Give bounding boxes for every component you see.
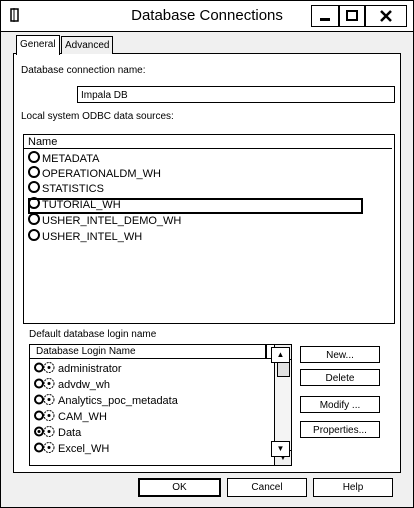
radio-icon <box>28 197 40 209</box>
tab-advanced[interactable]: Advanced <box>61 36 114 54</box>
login-item[interactable]: CAM_WH <box>34 409 107 424</box>
properties-button[interactable]: Properties... <box>300 421 380 438</box>
user-icon <box>34 394 55 405</box>
radio-icon <box>28 181 40 193</box>
radio-icon <box>28 151 40 163</box>
dsn-item-selected[interactable]: TUTORIAL_WH <box>28 197 121 211</box>
login-item[interactable]: advdw_wh <box>34 377 110 392</box>
close-icon <box>380 10 392 22</box>
dsn-label: Local system ODBC data sources: <box>21 111 174 122</box>
user-icon <box>34 442 55 453</box>
connection-name-label: Database connection name: <box>21 65 146 76</box>
dsn-list[interactable]: Name METADATA OPERATIONALDM_WH STATISTIC… <box>23 134 395 324</box>
dsn-item[interactable]: OPERATIONALDM_WH <box>28 166 161 180</box>
maximize-icon <box>346 10 358 21</box>
column-divider[interactable] <box>265 345 267 359</box>
delete-button[interactable]: Delete <box>300 369 380 386</box>
tab-general[interactable]: General <box>16 35 60 55</box>
login-item[interactable]: Analytics_poc_metadata <box>34 393 178 408</box>
dsn-item[interactable]: USHER_INTEL_DEMO_WH <box>28 213 181 227</box>
cancel-button[interactable]: Cancel <box>227 478 307 497</box>
radio-icon <box>28 166 40 178</box>
maximize-button[interactable] <box>339 5 365 27</box>
close-button[interactable] <box>365 5 407 27</box>
ok-button[interactable]: OK <box>138 478 221 497</box>
order-spinner[interactable]: ▲ ▼ <box>271 347 290 459</box>
user-icon <box>34 426 55 437</box>
dsn-item[interactable]: STATISTICS <box>28 181 104 195</box>
title-bar[interactable]: Database Connections <box>1 1 413 32</box>
dialog-window: Database Connections General Advanced Da… <box>0 0 414 508</box>
new-button[interactable]: New... <box>300 346 380 363</box>
radio-icon <box>28 229 40 241</box>
login-column-header[interactable]: Database Login Name <box>30 345 273 359</box>
modify-button[interactable]: Modify ... <box>300 396 380 413</box>
login-item[interactable]: Data <box>34 425 81 440</box>
minimize-icon <box>320 18 330 21</box>
login-item[interactable]: Excel_WH <box>34 441 109 456</box>
help-button[interactable]: Help <box>313 478 393 497</box>
user-icon <box>34 410 55 421</box>
move-up-icon[interactable]: ▲ <box>271 347 290 363</box>
radio-icon <box>28 213 40 225</box>
login-item[interactable]: administrator <box>34 361 122 376</box>
connection-name-input[interactable]: Impala DB <box>77 86 395 103</box>
dsn-item[interactable]: USHER_INTEL_WH <box>28 229 142 243</box>
user-icon <box>34 362 55 373</box>
dsn-column-header[interactable]: Name <box>24 135 392 149</box>
user-icon <box>34 378 55 389</box>
dsn-item[interactable]: METADATA <box>28 151 99 165</box>
login-label: Default database login name <box>29 329 157 340</box>
move-down-icon[interactable]: ▼ <box>271 441 290 457</box>
minimize-button[interactable] <box>311 5 339 27</box>
login-list[interactable]: Database Login Name administrator advdw_… <box>29 344 292 466</box>
